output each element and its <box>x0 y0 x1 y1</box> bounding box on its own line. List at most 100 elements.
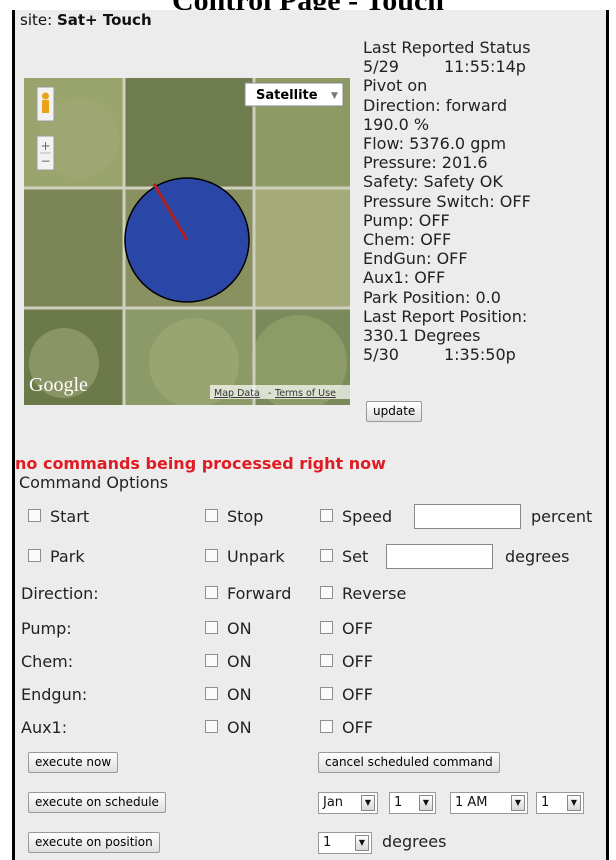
reverse-label: Reverse <box>342 584 407 603</box>
degrees-unit: degrees <box>505 547 570 566</box>
status-pressure-switch: Pressure Switch: OFF <box>363 191 531 211</box>
status-direction: Direction: forward <box>363 95 508 115</box>
satellite-map[interactable]: + − Satellite ▼ Google Map Data - Terms … <box>24 78 350 405</box>
set-degrees-input[interactable] <box>386 544 493 569</box>
google-logo: Google <box>29 374 88 396</box>
pegman-icon[interactable] <box>36 86 55 122</box>
speed-option[interactable]: Speed <box>320 507 392 526</box>
map-type-button[interactable]: Satellite ▼ <box>244 82 344 107</box>
aux1-on-option[interactable]: ON <box>205 718 252 737</box>
execute-on-position-button[interactable]: execute on position <box>28 832 160 853</box>
execute-on-schedule-button[interactable]: execute on schedule <box>28 792 166 813</box>
aux1-off-option[interactable]: OFF <box>320 718 373 737</box>
site-label: site: <box>20 11 53 29</box>
status-pivot: Pivot on <box>363 76 428 96</box>
hour-value: 1 AM <box>455 795 488 810</box>
update-button[interactable]: update <box>366 401 423 422</box>
endgun-on-label: ON <box>227 685 252 704</box>
status-timestamp-1: 5/29 11:55:14p <box>363 57 531 76</box>
aux1-label: Aux1: <box>21 718 68 737</box>
site-line: site: Sat+ Touch <box>20 11 152 29</box>
minute-value: 1 <box>541 795 550 810</box>
status-aux1: Aux1: OFF <box>363 268 446 288</box>
position-value: 1 <box>323 835 332 850</box>
status-panel: Last Reported Status 5/29 11:55:14p Pivot… <box>363 38 531 364</box>
aux1-off-checkbox[interactable] <box>320 720 333 733</box>
hour-select[interactable]: 1 AM ▼ <box>450 792 528 814</box>
park-option[interactable]: Park <box>28 547 85 566</box>
month-select[interactable]: Jan ▼ <box>318 792 378 814</box>
chem-on-option[interactable]: ON <box>205 652 252 671</box>
reverse-checkbox[interactable] <box>320 586 333 599</box>
chem-off-label: OFF <box>342 652 373 671</box>
chem-off-checkbox[interactable] <box>320 654 333 667</box>
chevron-down-icon: ▼ <box>355 835 369 851</box>
set-option[interactable]: Set <box>320 547 368 566</box>
chevron-down-icon: ▼ <box>361 795 375 811</box>
pump-on-label: ON <box>227 619 252 638</box>
stop-checkbox[interactable] <box>205 509 218 522</box>
svg-text:−: − <box>40 154 50 168</box>
endgun-on-option[interactable]: ON <box>205 685 252 704</box>
forward-checkbox[interactable] <box>205 586 218 599</box>
direction-label: Direction: <box>21 584 99 603</box>
status-pressure: Pressure: 201.6 <box>363 153 488 173</box>
endgun-off-checkbox[interactable] <box>320 687 333 700</box>
start-option[interactable]: Start <box>28 507 89 526</box>
pump-off-checkbox[interactable] <box>320 621 333 634</box>
park-label: Park <box>50 547 85 566</box>
pump-off-option[interactable]: OFF <box>320 619 373 638</box>
aux1-on-checkbox[interactable] <box>205 720 218 733</box>
endgun-on-checkbox[interactable] <box>205 687 218 700</box>
speed-input[interactable] <box>414 504 521 529</box>
pump-on-checkbox[interactable] <box>205 621 218 634</box>
chevron-down-icon: ▼ <box>331 91 338 101</box>
terms-link[interactable]: Terms of Use <box>274 388 336 399</box>
map-type-label: Satellite <box>256 88 318 103</box>
status-date-1: 5/29 <box>363 57 399 77</box>
endgun-label: Endgun: <box>21 685 88 704</box>
map-data-link[interactable]: Map Data <box>214 388 260 399</box>
chevron-down-icon: ▼ <box>511 795 525 811</box>
map-attribution-separator: - <box>268 388 271 399</box>
set-label: Set <box>342 547 369 566</box>
status-degrees: 330.1 Degrees <box>363 326 481 346</box>
status-last-report-position: Last Report Position: <box>363 306 528 326</box>
start-checkbox[interactable] <box>28 509 41 522</box>
endgun-off-label: OFF <box>342 685 373 704</box>
aux1-off-label: OFF <box>342 718 373 737</box>
pump-label: Pump: <box>21 619 72 638</box>
status-date-2: 5/30 <box>363 345 399 365</box>
reverse-option[interactable]: Reverse <box>320 584 406 603</box>
status-park-position: Park Position: 0.0 <box>363 287 501 307</box>
day-value: 1 <box>394 795 403 810</box>
position-select[interactable]: 1 ▼ <box>318 832 372 854</box>
stop-label: Stop <box>227 507 264 526</box>
site-name: Sat+ Touch <box>56 11 152 29</box>
map-imagery: + − Satellite ▼ Google Map Data - Terms … <box>24 78 350 405</box>
endgun-off-option[interactable]: OFF <box>320 685 373 704</box>
chem-off-option[interactable]: OFF <box>320 652 373 671</box>
status-time-1: 11:55:14p <box>443 57 526 77</box>
stop-option[interactable]: Stop <box>205 507 263 526</box>
minute-select[interactable]: 1 ▼ <box>536 792 584 814</box>
cancel-scheduled-button[interactable]: cancel scheduled command <box>318 752 500 773</box>
status-endgun: EndGun: OFF <box>363 249 468 269</box>
execute-now-button[interactable]: execute now <box>28 752 119 773</box>
unpark-option[interactable]: Unpark <box>205 547 285 566</box>
status-heading: Last Reported Status <box>363 38 531 57</box>
status-time-2: 1:35:50p <box>443 345 516 365</box>
unpark-checkbox[interactable] <box>205 549 218 562</box>
forward-option[interactable]: Forward <box>205 584 291 603</box>
chem-label: Chem: <box>21 652 74 671</box>
pump-on-option[interactable]: ON <box>205 619 252 638</box>
status-safety: Safety: Safety OK <box>363 172 503 192</box>
day-select[interactable]: 1 ▼ <box>389 792 436 814</box>
speed-checkbox[interactable] <box>320 509 333 522</box>
park-checkbox[interactable] <box>28 549 41 562</box>
status-chem: Chem: OFF <box>363 230 452 250</box>
zoom-control[interactable]: + − <box>36 135 55 171</box>
start-label: Start <box>50 507 90 526</box>
chem-on-checkbox[interactable] <box>205 654 218 667</box>
set-checkbox[interactable] <box>320 549 333 562</box>
